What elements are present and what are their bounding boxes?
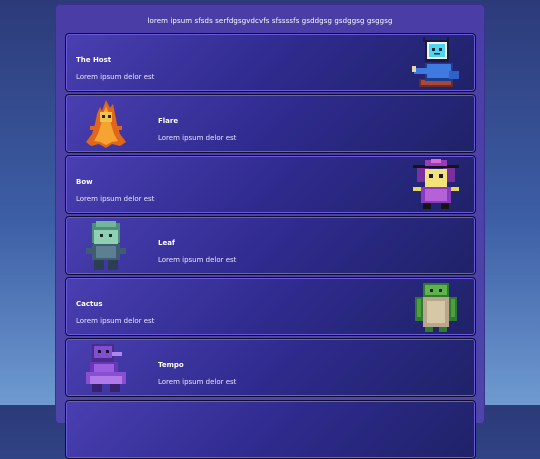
character-card-next[interactable] bbox=[65, 400, 476, 459]
character-description: Lorem ipsum delor est bbox=[158, 378, 237, 386]
character-card-tempo[interactable]: Tempo Lorem ipsum delor est bbox=[65, 338, 476, 397]
character-description: Lorem ipsum delor est bbox=[76, 73, 155, 81]
character-name: Bow bbox=[76, 178, 93, 186]
character-name: Cactus bbox=[76, 300, 103, 308]
character-card-leaf[interactable]: Leaf Lorem ipsum delor est bbox=[65, 216, 476, 275]
character-description: Lorem ipsum delor est bbox=[158, 256, 237, 264]
character-name: Leaf bbox=[158, 239, 175, 247]
header-text: lorem ipsum sfsds serfdgsgvdcvfs sfssssf… bbox=[147, 17, 393, 25]
leaf-character-icon bbox=[86, 221, 126, 270]
cactus-character-icon bbox=[415, 283, 457, 332]
character-list-panel: lorem ipsum sfsds serfdgsgvdcvfs sfssssf… bbox=[55, 4, 485, 459]
character-card-bow[interactable]: Bow Lorem ipsum delor est bbox=[65, 155, 476, 214]
character-description: Lorem ipsum delor est bbox=[76, 317, 155, 325]
character-card-the-host[interactable]: The Host Lorem ipsum delor est bbox=[65, 33, 476, 92]
purple-bow-character-icon bbox=[413, 159, 459, 209]
character-name: Tempo bbox=[158, 361, 184, 369]
character-description: Lorem ipsum delor est bbox=[76, 195, 155, 203]
tv-head-character-icon bbox=[412, 37, 459, 87]
character-card-cactus[interactable]: Cactus Lorem ipsum delor est bbox=[65, 277, 476, 336]
character-description: Lorem ipsum delor est bbox=[158, 134, 237, 142]
character-name: Flare bbox=[158, 117, 179, 125]
tempo-character-icon bbox=[86, 344, 126, 392]
flame-character-icon bbox=[86, 100, 126, 148]
character-name: The Host bbox=[76, 56, 112, 64]
character-card-flare[interactable]: Flare Lorem ipsum delor est bbox=[65, 94, 476, 153]
